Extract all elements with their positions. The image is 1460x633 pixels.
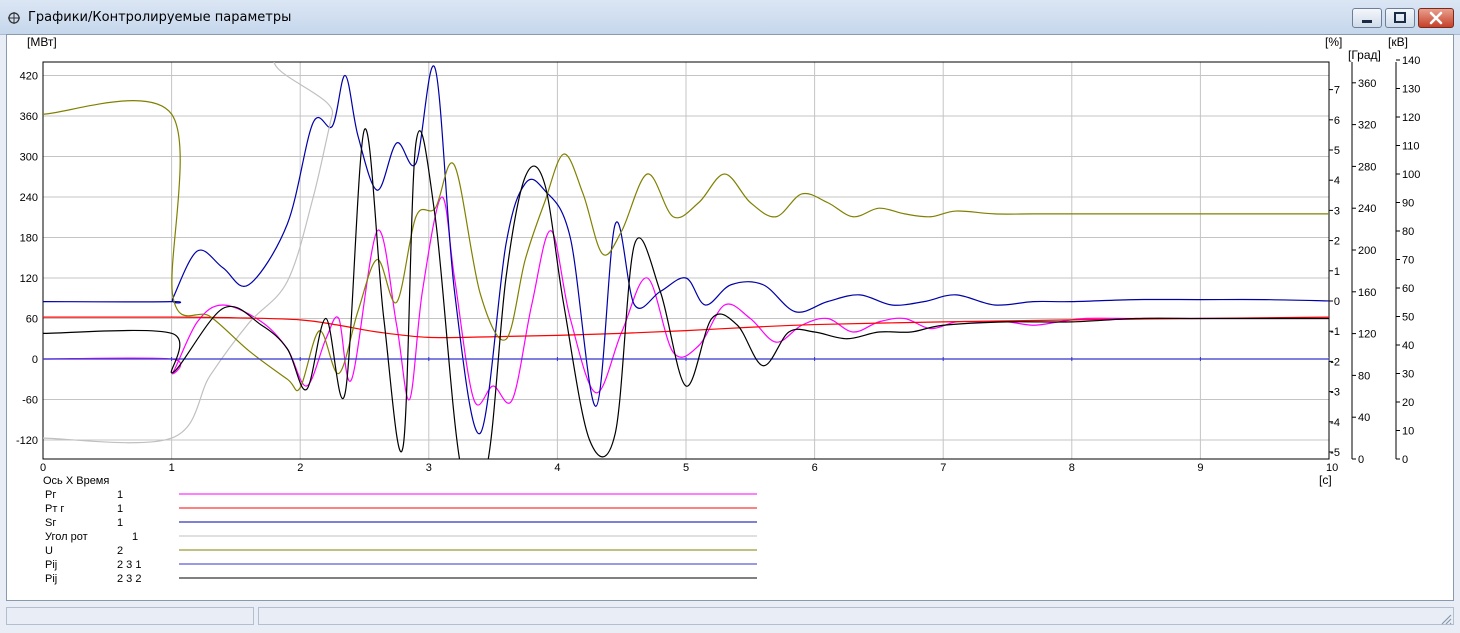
pct-tick-label: -3 bbox=[1330, 387, 1340, 399]
legend-name: U bbox=[45, 545, 53, 557]
kv-tick-label: 110 bbox=[1402, 141, 1420, 153]
x-tick-label: 0 bbox=[40, 462, 46, 474]
grid bbox=[42, 61, 1330, 460]
left-tick-label: 240 bbox=[20, 192, 38, 204]
pct-tick-label: 6 bbox=[1334, 115, 1340, 127]
legend-index: 1 bbox=[117, 517, 123, 529]
x-tick-label: 5 bbox=[683, 462, 689, 474]
left-tick-label: -60 bbox=[22, 395, 38, 407]
kv-tick-label: 10 bbox=[1402, 426, 1414, 438]
x-tick-label: 6 bbox=[812, 462, 818, 474]
left-tick-label: 120 bbox=[20, 273, 38, 285]
deg-tick-label: 120 bbox=[1358, 329, 1376, 341]
kv-tick-label: 60 bbox=[1402, 283, 1414, 295]
x-tick-label: 3 bbox=[426, 462, 432, 474]
pct-tick-label: -1 bbox=[1330, 326, 1340, 338]
minimize-icon bbox=[1362, 20, 1372, 23]
legend-index: 1 bbox=[132, 531, 138, 543]
legend-name: Pij bbox=[45, 559, 57, 571]
legend-index: 1 bbox=[117, 489, 123, 501]
legend-index: 2 3 2 bbox=[117, 573, 141, 585]
minimize-button[interactable] bbox=[1352, 8, 1382, 28]
kv-tick-label: 80 bbox=[1402, 226, 1414, 238]
deg-tick-label: 40 bbox=[1358, 412, 1370, 424]
x-tick-label: 9 bbox=[1197, 462, 1203, 474]
kv-tick-label: 20 bbox=[1402, 397, 1414, 409]
pct-tick-label: -2 bbox=[1330, 356, 1340, 368]
kv-tick-label: 140 bbox=[1402, 55, 1420, 67]
deg-tick-label: 240 bbox=[1358, 203, 1376, 215]
deg-tick-label: 320 bbox=[1358, 120, 1376, 132]
deg-tick-label: 160 bbox=[1358, 287, 1376, 299]
x-axis-unit: [с] bbox=[1319, 473, 1332, 487]
legend-index: 2 3 1 bbox=[117, 559, 141, 571]
pct-tick-label: -4 bbox=[1330, 417, 1340, 429]
window-title: Графики/Контролируемые параметры bbox=[28, 10, 292, 25]
x-tick-label: 2 bbox=[297, 462, 303, 474]
kv-tick-label: 100 bbox=[1402, 169, 1420, 181]
pct-tick-label: -5 bbox=[1330, 447, 1340, 459]
title-bar[interactable]: Графики/Контролируемые параметры bbox=[0, 0, 1460, 35]
maximize-icon bbox=[1394, 12, 1406, 23]
close-icon bbox=[1429, 11, 1443, 25]
legend-name: Pij bbox=[45, 573, 57, 585]
left-tick-label: 60 bbox=[26, 314, 38, 326]
left-tick-label: 180 bbox=[20, 233, 38, 245]
x-tick-label: 4 bbox=[554, 462, 560, 474]
x-tick-label: 7 bbox=[940, 462, 946, 474]
legend-name: Pг bbox=[45, 489, 56, 501]
legend-name: Sг bbox=[45, 517, 56, 529]
kv-tick-label: 0 bbox=[1402, 454, 1408, 466]
deg-tick-label: 80 bbox=[1358, 370, 1370, 382]
pct-tick-label: 3 bbox=[1334, 205, 1340, 217]
kv-tick-label: 30 bbox=[1402, 369, 1414, 381]
main-window: Графики/Контролируемые параметры [МВт] [… bbox=[0, 0, 1460, 633]
deg-tick-label: 200 bbox=[1358, 245, 1376, 257]
deg-tick-label: 0 bbox=[1358, 454, 1364, 466]
x-tick-label: 10 bbox=[1326, 462, 1338, 474]
legend-name: Pт г bbox=[45, 503, 64, 515]
legend: Pг 1 Pт г 1 Sг 1 Угол рот 1 U 2 Pij 2 3 1 Pij 2 3 2 bbox=[45, 489, 757, 585]
kv-tick-label: 50 bbox=[1402, 312, 1414, 324]
legend-axis-label: Ось X Время bbox=[43, 475, 109, 487]
left-tick-label: 420 bbox=[20, 71, 38, 83]
axis-ticks: 0 1 2 3 4 5 6 7 8 9 10420360300240180120600-60-120… bbox=[16, 55, 1420, 474]
close-button[interactable] bbox=[1418, 8, 1454, 28]
legend-name: Угол рот bbox=[45, 531, 88, 543]
x-tick-label: 1 bbox=[169, 462, 175, 474]
resize-grip-icon[interactable] bbox=[1440, 613, 1452, 625]
status-pane-right bbox=[258, 607, 1454, 625]
legend-index: 2 bbox=[117, 545, 123, 557]
pct-tick-label: 1 bbox=[1334, 266, 1340, 278]
chart-panel: [МВт] [%] [Град] [кВ] [с] 0 1 2 3 4 5 6 7 8 9 10 42… bbox=[6, 34, 1454, 601]
left-tick-label: 300 bbox=[20, 152, 38, 164]
pct-tick-label: 0 bbox=[1334, 296, 1340, 308]
x-tick-label: 8 bbox=[1069, 462, 1075, 474]
legend-index: 1 bbox=[117, 503, 123, 515]
kv-axis-unit: [кВ] bbox=[1388, 35, 1408, 49]
left-tick-label: 360 bbox=[20, 111, 38, 123]
kv-tick-label: 90 bbox=[1402, 198, 1414, 210]
deg-axis-unit: [Град] bbox=[1348, 48, 1381, 62]
kv-tick-label: 70 bbox=[1402, 255, 1414, 267]
app-icon bbox=[8, 12, 20, 24]
left-tick-label: 0 bbox=[32, 354, 38, 366]
pct-tick-label: 7 bbox=[1334, 85, 1340, 97]
status-pane-left bbox=[6, 607, 254, 625]
deg-tick-label: 280 bbox=[1358, 161, 1376, 173]
status-bar bbox=[6, 605, 1454, 627]
kv-tick-label: 130 bbox=[1402, 84, 1420, 96]
kv-tick-label: 40 bbox=[1402, 340, 1414, 352]
pct-tick-label: 4 bbox=[1334, 175, 1340, 187]
chart-canvas[interactable]: [МВт] [%] [Град] [кВ] [с] 0 1 2 3 4 5 6 7 8 9 1042… bbox=[7, 35, 1453, 600]
maximize-button[interactable] bbox=[1385, 8, 1415, 28]
left-tick-label: -120 bbox=[16, 435, 38, 447]
deg-tick-label: 360 bbox=[1358, 78, 1376, 90]
kv-tick-label: 120 bbox=[1402, 112, 1420, 124]
left-axis-unit: [МВт] bbox=[27, 35, 57, 49]
pct-tick-label: 5 bbox=[1334, 145, 1340, 157]
pct-axis-unit: [%] bbox=[1325, 35, 1342, 49]
pct-tick-label: 2 bbox=[1334, 236, 1340, 248]
